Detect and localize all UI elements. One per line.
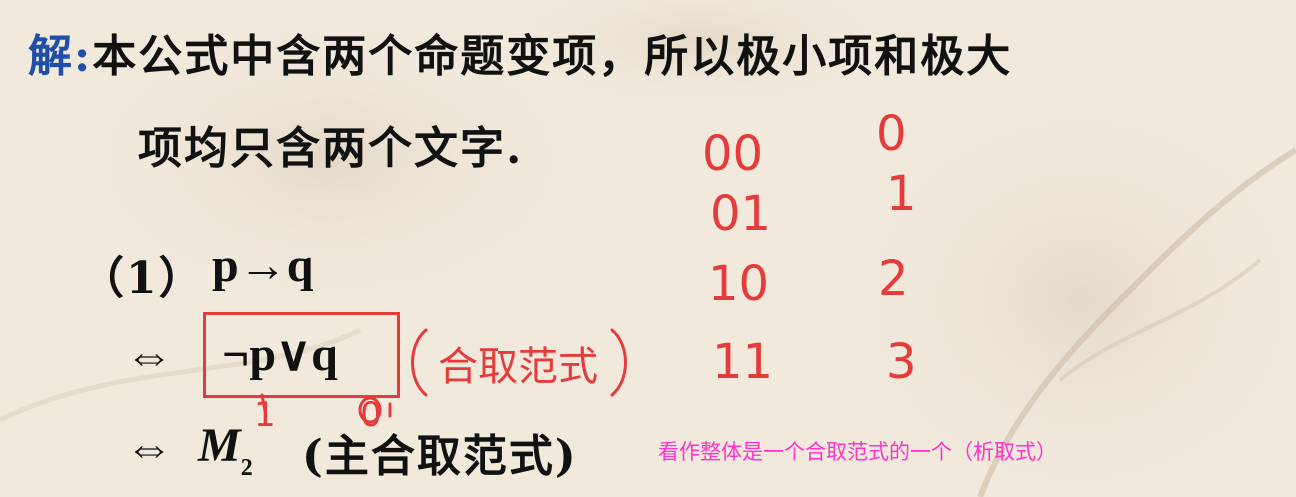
slide-content: 解:本公式中含两个命题变项，所以极小项和极大 项均只含两个文字. （1） p→q…: [0, 0, 1296, 497]
pink-annotation: 看作整体是一个合取范式的一个（析取式）: [658, 440, 1057, 464]
solution-line-2: 项均只含两个文字.: [138, 123, 524, 174]
solution-line-1: 解:本公式中含两个命题变项，所以极小项和极大: [28, 20, 1012, 84]
maxterm-letter: M: [198, 419, 241, 472]
equiv-symbol-1: ⇔: [125, 329, 173, 382]
highlight-box: [203, 312, 400, 398]
maxterm-index: 2: [240, 455, 253, 481]
principal-cnf-label: (主合取范式): [302, 431, 578, 482]
equiv-symbol-2: ⇔: [125, 421, 173, 474]
problem-formula: p→q: [212, 239, 314, 292]
solution-label: 解:: [28, 31, 93, 82]
problem-number: （1）: [80, 253, 205, 304]
maxterm-expression: M2: [198, 418, 253, 482]
solution-text-1: 本公式中含两个命题变项，所以极小项和极大: [92, 31, 1013, 82]
